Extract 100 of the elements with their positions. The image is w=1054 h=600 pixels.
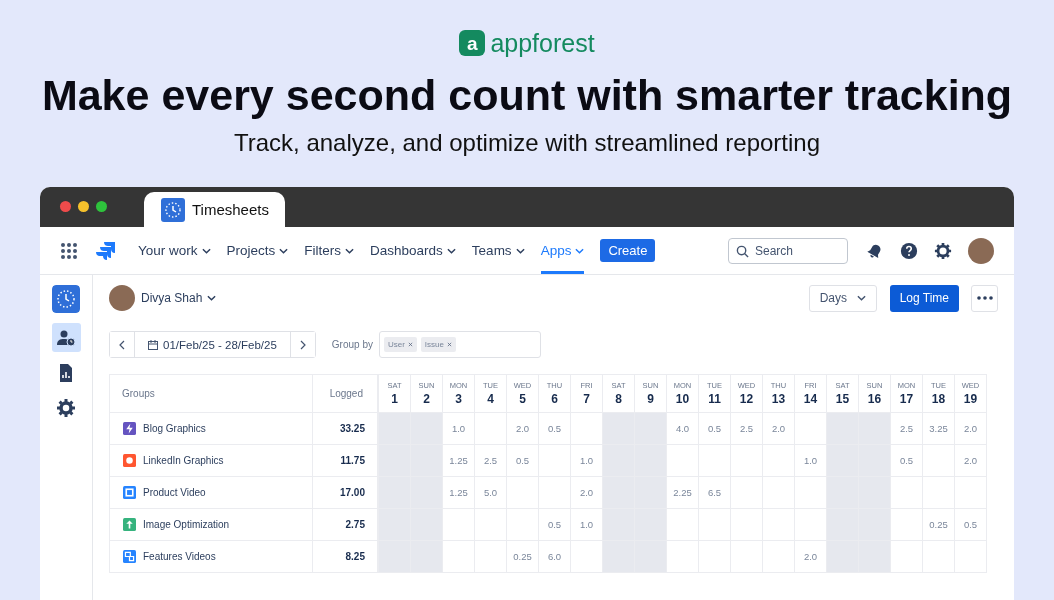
day-number: 16 [866,392,883,407]
day-number: 11 [707,392,722,407]
logged-total: 33.25 [339,423,366,435]
hours-value: 2.0 [515,423,530,435]
chevron-left-icon [119,339,125,350]
avatar [109,285,135,312]
logo-wordmark: appforest [490,30,595,56]
column-header: Groups [109,374,313,413]
hours-value: 2.0 [579,487,594,499]
day-number: 3 [454,392,463,407]
group-name: Blog Graphics [143,423,206,435]
search-field[interactable]: Search [728,237,848,264]
remove-icon[interactable] [446,342,452,348]
group-name: LinkedIn Graphics [143,455,224,467]
chevron-down-icon [515,247,525,254]
hours-value: 0.5 [899,455,914,467]
hours-value: 0.25 [929,519,948,531]
nav-menu[interactable]: Dashboards [370,227,456,275]
clock-icon [161,197,185,222]
hours-value: 2.5 [899,423,914,435]
headline: Make every second count with smarter tracking [41,72,1013,120]
day-number: 6 [550,392,559,407]
day-number: 9 [646,392,655,407]
chevron-down-icon [207,295,217,302]
group-by-label: Group by [331,339,373,351]
day-number: 15 [834,392,851,407]
chevron-down-icon [856,295,866,302]
tab-title: Timesheets [192,201,269,219]
day-number: 10 [674,392,691,407]
hours-value: 6.5 [707,487,722,499]
more-button[interactable] [971,284,998,312]
app-grid-icon[interactable] [60,241,78,260]
subheadline: Track, analyze, and optimize with streamlined reporting [233,129,820,159]
hours-value: 4.0 [675,423,690,435]
group-name: Features Videos [143,551,216,563]
column-header: Logged [312,374,378,413]
user-selector[interactable]: Divya Shah [141,291,217,306]
hours-value: 2.0 [803,551,818,563]
nav-menu[interactable]: Filters [304,227,355,275]
day-number: 18 [930,392,947,407]
nav-menu[interactable]: Projects [226,227,289,275]
day-number: 14 [802,392,819,407]
nav-menu[interactable]: Teams [471,227,525,275]
hours-value: 1.25 [449,487,468,499]
day-number: 13 [770,392,787,407]
day-number: 12 [738,392,755,407]
day-number: 7 [582,392,591,407]
logged-total: 11.75 [340,455,366,467]
logged-total: 2.75 [345,519,366,531]
logo-mark: a [459,30,486,56]
hours-value: 3.25 [929,423,948,435]
day-number: 1 [390,392,399,407]
logged-total: 17.00 [339,487,366,499]
help-icon[interactable] [900,241,918,260]
chevron-down-icon [446,247,456,254]
chevron-down-icon [279,247,289,254]
chevron-down-icon [201,247,211,254]
hours-value: 0.5 [547,423,562,435]
hours-value: 0.5 [515,455,530,467]
stacked-chevrons-logo[interactable] [94,240,116,261]
day-number: 2 [422,392,431,407]
day-number: 17 [898,392,915,407]
hours-value: 0.25 [513,551,532,563]
close-dot[interactable] [60,201,71,213]
maximize-dot[interactable] [96,201,107,213]
hours-value: 6.0 [547,551,562,563]
create-button[interactable]: Create [600,239,656,263]
browser-tab[interactable]: Timesheets [144,192,285,228]
hours-value: 2.5 [483,455,498,467]
log-time-button[interactable]: Log Time [889,284,959,312]
hours-value: 0.5 [547,519,562,531]
chevron-right-icon [299,339,306,350]
group-name: Image Optimization [143,519,230,531]
hours-value: 1.25 [449,455,468,467]
settings-icon [56,397,76,418]
chevron-down-icon [575,247,585,254]
sidebar-button[interactable] [51,323,81,353]
day-number: 5 [518,392,527,407]
more-icon [976,296,993,301]
view-dropdown[interactable]: Days [808,284,877,312]
hours-value: 5.0 [483,487,498,499]
hours-value: 1.0 [579,519,594,531]
hours-value: 1.0 [803,455,818,467]
hours-value: 2.25 [673,487,692,499]
hours-value: 1.0 [579,455,594,467]
chevron-down-icon [345,247,355,254]
nav-menu[interactable]: Your work [138,227,211,275]
logged-total: 8.25 [345,551,366,563]
date-range-picker[interactable]: 01/Feb/25 - 28/Feb/25 [134,332,291,358]
minimize-dot[interactable] [78,201,89,213]
clock-icon[interactable] [52,285,80,314]
group-name: Product Video [143,487,206,499]
hours-value: 2.5 [739,423,754,435]
calendar-icon [148,339,158,350]
remove-icon[interactable] [407,342,413,348]
avatar[interactable] [968,237,994,264]
hours-value: 2.0 [771,423,786,435]
settings-icon[interactable] [934,241,952,260]
hours-value: 0.5 [963,519,978,531]
nav-menu[interactable]: Apps [540,227,585,275]
